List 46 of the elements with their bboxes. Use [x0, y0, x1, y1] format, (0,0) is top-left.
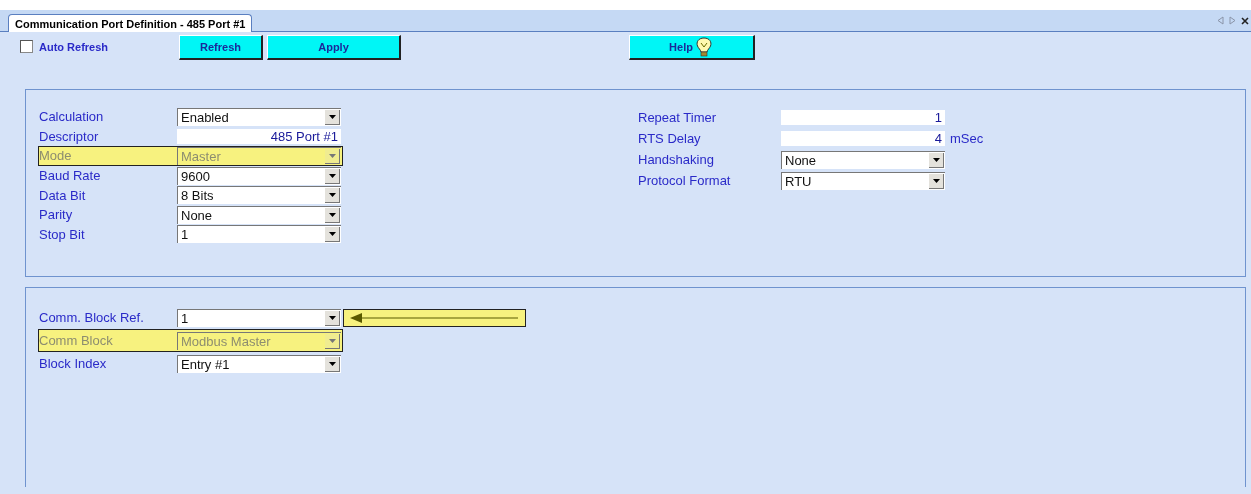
caret-icon: [328, 361, 336, 366]
field-label: Handshaking: [638, 152, 715, 167]
help-button[interactable]: Help: [629, 35, 755, 60]
caret-icon: [328, 338, 336, 343]
close-icon[interactable]: [1241, 16, 1249, 25]
unit-label: mSec: [950, 131, 984, 146]
field-label: Repeat Timer: [638, 110, 718, 125]
field-label: Mode: [39, 148, 73, 164]
dropdown[interactable]: 1: [177, 308, 341, 327]
lightbulb-icon: [693, 37, 714, 57]
caret-icon: [328, 212, 336, 217]
dropdown[interactable]: Enabled: [177, 107, 341, 126]
field-label: Stop Bit: [39, 226, 86, 242]
apply-button[interactable]: Apply: [267, 35, 401, 60]
field-label: Block Index: [39, 356, 108, 371]
caret-icon: [328, 154, 336, 158]
caret-icon: [328, 173, 336, 178]
refresh-button[interactable]: Refresh: [179, 35, 263, 60]
field-label: Calculation: [39, 109, 105, 125]
caret-icon: [328, 193, 336, 198]
caret-icon: [932, 157, 940, 162]
dropdown[interactable]: None: [177, 205, 341, 224]
field-label: Data Bit: [39, 187, 87, 203]
field-label: Descriptor: [39, 128, 100, 144]
dropdown[interactable]: 1: [177, 225, 341, 244]
dropdown[interactable]: 8 Bits: [177, 186, 341, 205]
tab[interactable]: Communication Port Definition - 485 Port #1: [8, 14, 253, 32]
field-label: Parity: [39, 207, 74, 223]
dropdown[interactable]: None: [781, 150, 945, 169]
dropdown[interactable]: Entry #1: [177, 354, 341, 373]
field-label: Comm Block: [39, 333, 114, 348]
auto-refresh-label: Auto Refresh: [39, 40, 109, 53]
auto-refresh-checkbox[interactable]: [20, 40, 33, 53]
caret-icon: [328, 114, 336, 119]
field-label: Comm. Block Ref.: [39, 310, 145, 325]
field-label: RTS Delay: [638, 131, 702, 146]
text-field[interactable]: 1: [781, 110, 945, 125]
caret-icon: [328, 315, 336, 320]
dropdown[interactable]: 9600: [177, 166, 341, 185]
field-label: Protocol Format: [638, 173, 732, 188]
text-field[interactable]: 485 Port #1: [177, 128, 341, 144]
caret-icon: [328, 232, 336, 237]
text-field[interactable]: 4: [781, 131, 945, 146]
dropdown[interactable]: RTU: [781, 171, 945, 190]
field-label: Baud Rate: [39, 168, 102, 184]
caret-icon: [932, 178, 940, 183]
